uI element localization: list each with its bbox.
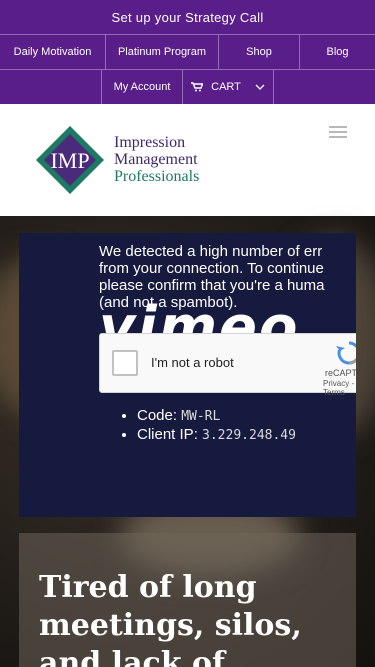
logo-line-2: Management [114,151,198,168]
captcha-panel: We detected a high number of err from yo… [19,233,356,517]
recaptcha-label: I'm not a robot [151,355,234,370]
nav-platinum-program[interactable]: Platinum Program [106,35,219,69]
cart-icon [191,82,204,92]
logo-diamond: IMP [36,126,104,194]
nav-cart[interactable]: CART [183,70,274,104]
recaptcha-brand: reCAPTCHA [325,368,356,378]
nav-daily-motivation[interactable]: Daily Motivation [0,35,106,69]
promo-card: Tired of long meetings, silos, and lack … [19,533,356,667]
captcha-details: Code: MW-RL Client IP: 3.229.248.49 [119,407,296,445]
captcha-code: Code: MW-RL [137,407,296,426]
recaptcha-logo-icon [336,341,356,365]
site-logo[interactable]: IMP Impression Management Professionals [30,122,230,202]
primary-nav: Daily Motivation Platinum Program Shop B… [0,34,375,69]
chevron-down-icon [255,84,265,90]
logo-wordmark: Impression Management Professionals [114,134,199,185]
recaptcha-checkbox[interactable] [112,350,138,376]
nav-shop[interactable]: Shop [219,35,300,69]
logo-line-1: Impression [114,134,186,151]
promo-heading: Tired of long meetings, silos, and lack … [39,570,302,667]
recaptcha-widget: I'm not a robot reCAPTCHA Privacy - Term… [99,333,356,397]
captcha-ip-value: 3.229.248.49 [202,428,296,443]
hamburger-icon[interactable] [329,126,347,140]
top-bar: Set up your Strategy Call Daily Motivati… [0,0,375,104]
recaptcha-terms-link[interactable]: Privacy - Terms [323,379,356,397]
captcha-client-ip: Client IP: 3.229.248.49 [137,426,296,445]
captcha-code-value: MW-RL [181,409,221,424]
secondary-nav: My Account CART [0,69,375,104]
cart-label: CART [211,81,241,93]
strategy-call-link[interactable]: Set up your Strategy Call [0,0,375,34]
logo-monogram: IMP [50,148,89,173]
nav-blog[interactable]: Blog [300,35,375,69]
nav-my-account[interactable]: My Account [101,70,183,104]
site-header: IMP Impression Management Professionals [0,104,375,216]
logo-line-3: Professionals [114,168,200,185]
